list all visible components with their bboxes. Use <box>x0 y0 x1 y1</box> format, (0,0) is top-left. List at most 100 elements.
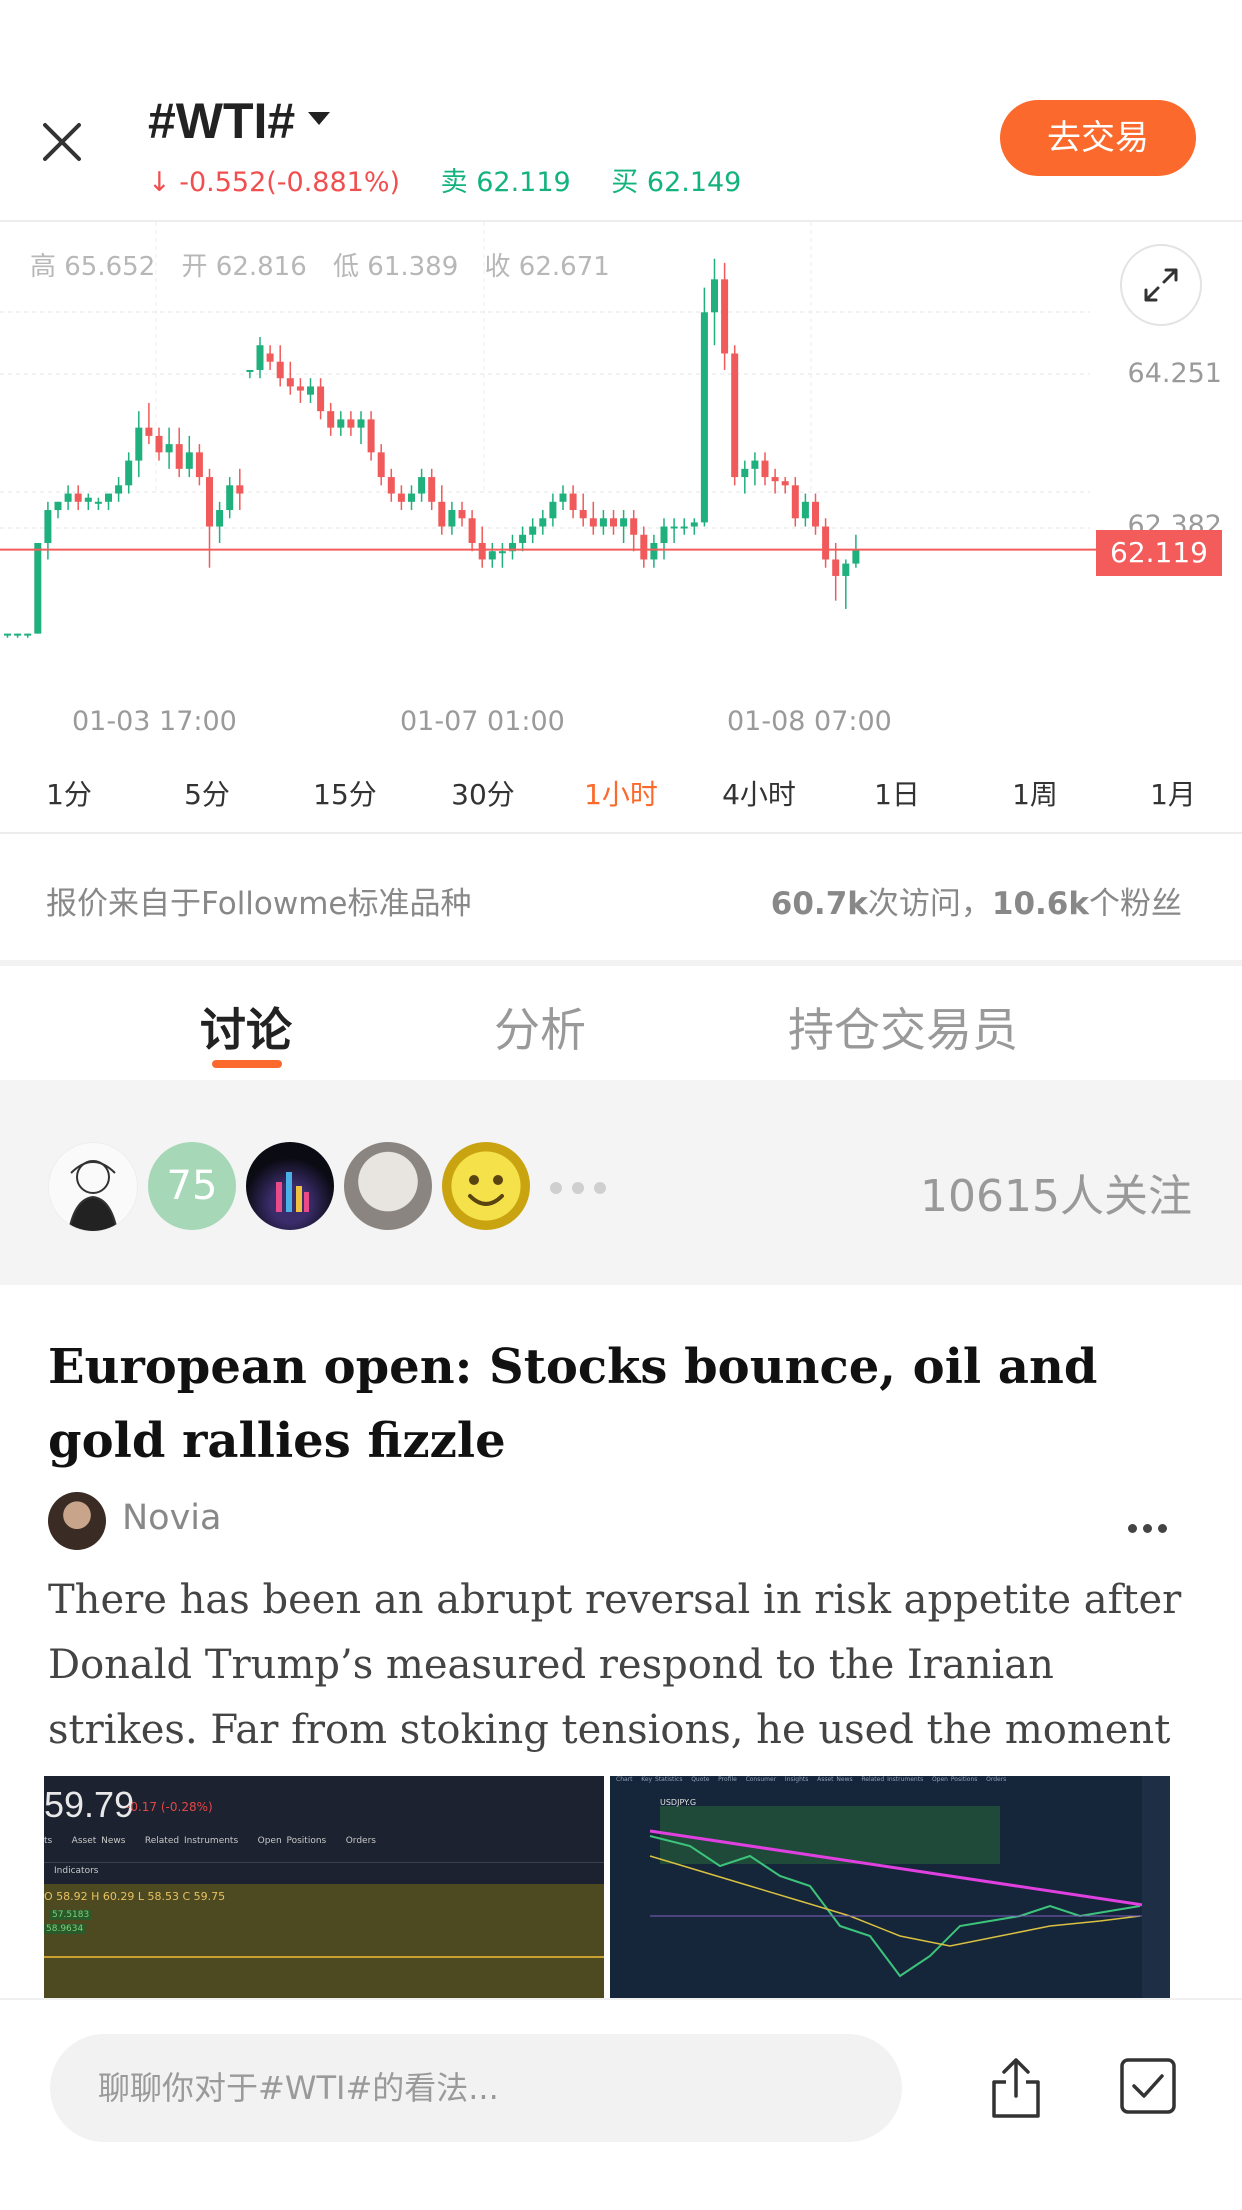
candle-body <box>589 518 597 527</box>
timeframe-divider <box>0 832 1242 834</box>
candle-body <box>680 526 688 529</box>
close-icon[interactable] <box>30 110 94 174</box>
symbol-title[interactable]: #WTI# <box>148 92 295 150</box>
tab-discussion[interactable]: 讨论 <box>200 994 292 1060</box>
visit-count: 60.7k <box>770 886 868 922</box>
candle-body <box>630 518 638 535</box>
candle-body <box>559 493 567 502</box>
share-icon[interactable] <box>988 2056 1044 2120</box>
expand-chart-button[interactable] <box>1120 244 1202 326</box>
candle-body <box>337 419 345 428</box>
avatar[interactable] <box>442 1142 530 1230</box>
candle-body <box>54 501 62 511</box>
candle-body <box>539 518 547 527</box>
candle-body <box>822 526 830 560</box>
author-name[interactable]: Novia <box>122 1498 221 1538</box>
buy-label: 买 <box>611 167 639 198</box>
candle-body <box>852 549 860 564</box>
candle-body <box>4 633 11 636</box>
tab-1m[interactable]: 1分 <box>0 770 138 820</box>
candle-body <box>498 551 506 554</box>
tab-analysis[interactable]: 分析 <box>494 994 586 1060</box>
city-night-avatar-icon <box>276 1172 309 1212</box>
thumb-price: 59.79 <box>44 1784 135 1825</box>
candle-body <box>519 534 527 543</box>
sell-label: 卖 <box>440 167 468 198</box>
comment-input[interactable] <box>50 2034 902 2142</box>
price-change: -0.552(-0.881%) <box>179 167 401 198</box>
tab-1mo[interactable]: 1月 <box>1104 770 1242 820</box>
avatar[interactable] <box>344 1142 432 1230</box>
article-title[interactable]: European open: Stocks bounce, oil and go… <box>48 1330 1198 1478</box>
article-image-1[interactable]: 59.79 -0.17 (-0.28%) ts Asset News Relat… <box>44 1776 604 1998</box>
tab-30m[interactable]: 30分 <box>414 770 552 820</box>
quote-row: ↓ -0.552(-0.881%) 卖 62.119 买 62.149 <box>148 160 741 199</box>
follower-count-badge[interactable]: 75 <box>148 1142 236 1230</box>
candle-body <box>296 386 304 391</box>
candle-body <box>115 485 123 494</box>
tab-15m[interactable]: 15分 <box>276 770 414 820</box>
candle-body <box>741 468 749 478</box>
candle-body <box>781 481 789 486</box>
x-tick-1: 01-03 17:00 <box>72 706 237 737</box>
followers-strip[interactable]: 75 10615人关注 <box>0 1080 1242 1285</box>
sketch-avatar-icon <box>68 1160 118 1231</box>
smiley-avatar-icon <box>468 1175 504 1206</box>
tab-position-traders[interactable]: 持仓交易员 <box>788 994 1018 1060</box>
tab-1w[interactable]: 1周 <box>966 770 1104 820</box>
author-avatar[interactable] <box>48 1492 106 1550</box>
candle-body <box>276 361 284 379</box>
candle-body <box>579 510 587 519</box>
candle-body <box>842 563 850 576</box>
candle-body <box>317 386 325 412</box>
candle-body <box>812 501 819 527</box>
candle-body <box>731 353 739 478</box>
trade-button[interactable]: 去交易 <box>1000 100 1196 176</box>
candle-body <box>670 526 678 529</box>
candle-body <box>84 497 92 502</box>
candle-body <box>34 542 42 634</box>
tab-1h[interactable]: 1小时 <box>552 770 690 820</box>
thumb-change: -0.17 (-0.28%) <box>126 1800 213 1814</box>
candle-body <box>438 501 446 527</box>
tab-4h[interactable]: 4小时 <box>690 770 828 820</box>
tab-1d[interactable]: 1日 <box>828 770 966 820</box>
candle-body <box>216 510 224 527</box>
follower-total: 10615人关注 <box>920 1171 1192 1222</box>
candlestick-chart[interactable] <box>0 222 1242 692</box>
article-image-2[interactable]: Chart Key Statistics Quote Profile Consu… <box>610 1776 1170 1998</box>
thumb-level: 58.9634 <box>44 1924 86 1934</box>
candle-body <box>599 518 607 527</box>
candle-body <box>185 452 193 469</box>
candle-body <box>549 501 557 519</box>
candle-body <box>488 551 496 560</box>
candle-body <box>266 353 274 362</box>
thumb-indicators: Indicators <box>54 1866 99 1876</box>
avatar[interactable] <box>246 1142 334 1230</box>
candle-body <box>832 559 840 576</box>
tab-5m[interactable]: 5分 <box>138 770 276 820</box>
candle-body <box>286 378 294 387</box>
candle-body <box>105 493 112 502</box>
candle-body <box>650 542 658 560</box>
visit-stats: 60.7k次访问，10.6k个粉丝 <box>771 878 1182 923</box>
more-options-icon[interactable] <box>1128 1518 1173 1537</box>
candle-body <box>428 477 436 502</box>
candle-body <box>620 518 628 527</box>
candle-body <box>94 501 102 504</box>
thumb-nav-item: ts <box>44 1836 53 1846</box>
fan-count: 10.6k <box>991 886 1089 922</box>
fan-suffix: 个粉丝 <box>1089 886 1182 922</box>
thumb-level: 57.5183 <box>50 1910 92 1920</box>
candle-body <box>307 386 314 395</box>
candle-body <box>14 633 22 636</box>
candle-body <box>690 522 698 527</box>
dropdown-caret-icon[interactable] <box>308 112 330 125</box>
checkbox-icon[interactable] <box>1118 2056 1178 2116</box>
visit-suffix: 次访问， <box>867 886 992 922</box>
candle-body <box>246 369 254 372</box>
avatar[interactable] <box>48 1142 138 1232</box>
candle-body <box>357 419 365 428</box>
candle-body <box>751 460 759 469</box>
more-followers-icon[interactable] <box>550 1179 616 1198</box>
